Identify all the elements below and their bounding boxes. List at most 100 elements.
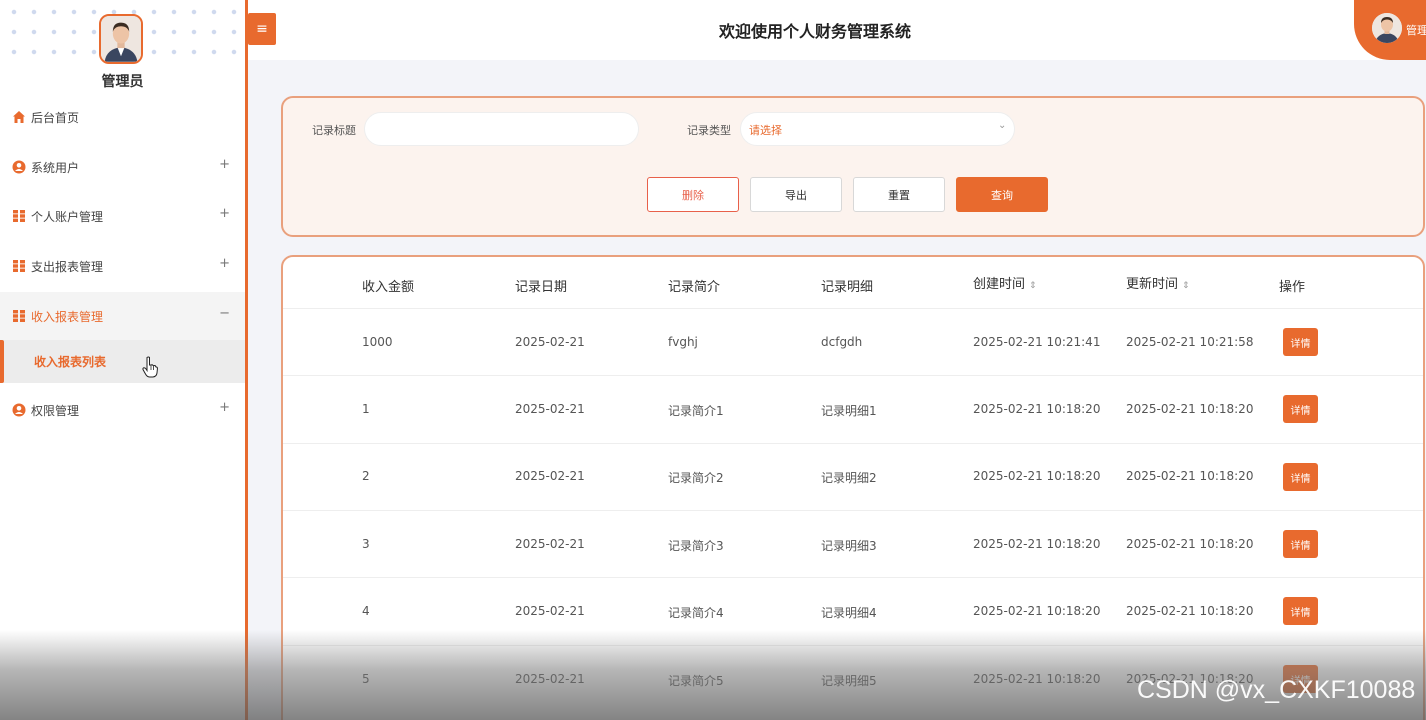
sidebar-item-label: 权限管理 [31, 403, 80, 418]
grid-icon [13, 210, 25, 222]
column-header-updated[interactable]: 更新时间 ⇕ [1126, 273, 1190, 292]
sidebar-item-permissions[interactable]: 权限管理 + [0, 386, 245, 434]
title-search-input[interactable] [364, 112, 639, 146]
cell-date: 2025-02-21 [515, 672, 585, 686]
column-header-created[interactable]: 创建时间 ⇕ [973, 273, 1037, 292]
sidebar-item-label: 收入报表管理 [31, 309, 104, 324]
cell-amount: 1 [362, 402, 370, 416]
column-header-intro: 记录简介 [668, 280, 721, 295]
avatar-portrait-icon [101, 16, 141, 62]
home-icon [13, 111, 25, 123]
menu-toggle-button[interactable]: ≡ [248, 13, 276, 45]
hamburger-icon: ≡ [256, 21, 268, 37]
cell-intro: 记录简介3 [668, 539, 724, 553]
cell-updated: 2025-02-21 10:21:58 [1126, 335, 1254, 349]
cell-date: 2025-02-21 [515, 604, 585, 618]
cell-created: 2025-02-21 10:18:20 [973, 537, 1101, 551]
cell-updated: 2025-02-21 10:18:20 [1126, 604, 1254, 618]
user-name: 管理员 [101, 74, 144, 90]
cell-date: 2025-02-21 [515, 469, 585, 483]
cell-amount: 1000 [362, 335, 393, 349]
cell-intro: 记录简介5 [668, 674, 724, 688]
sidebar-subitem-income-report-list[interactable]: 收入报表列表 [0, 340, 245, 383]
row-divider [283, 308, 1423, 309]
cell-intro: 记录简介1 [668, 404, 724, 418]
sidebar-item-label: 后台首页 [31, 110, 80, 125]
cell-date: 2025-02-21 [515, 402, 585, 416]
cell-intro: 记录简介4 [668, 606, 724, 620]
cell-date: 2025-02-21 [515, 335, 585, 349]
expand-icon[interactable]: + [219, 400, 230, 415]
user-circle-icon [12, 160, 26, 174]
row-divider [283, 577, 1423, 578]
column-header-date: 记录日期 [515, 280, 568, 295]
active-indicator [0, 340, 4, 383]
column-header-actions: 操作 [1279, 280, 1306, 295]
cell-detail: 记录明细2 [821, 471, 877, 485]
cell-amount: 2 [362, 469, 370, 483]
chevron-down-icon: ⌄ [998, 120, 1007, 131]
grid-icon [13, 260, 25, 272]
reset-button[interactable]: 重置 [853, 177, 945, 212]
row-divider [283, 375, 1423, 376]
sidebar-item-home[interactable]: 后台首页 [0, 93, 245, 141]
sidebar-item-income-reports[interactable]: 收入报表管理 − [0, 292, 245, 340]
header-user-name: 管理 [1406, 24, 1426, 37]
sidebar-item-expense-reports[interactable]: 支出报表管理 + [0, 242, 245, 290]
user-circle-icon [12, 403, 26, 417]
row-divider [283, 443, 1423, 444]
cell-created: 2025-02-21 10:18:20 [973, 604, 1101, 618]
collapse-icon[interactable]: − [219, 306, 230, 321]
column-header-amount: 收入金额 [362, 280, 415, 295]
type-field-label: 记录类型 [687, 124, 731, 137]
cell-created: 2025-02-21 10:18:20 [973, 469, 1101, 483]
row-divider [283, 510, 1423, 511]
avatar[interactable] [99, 14, 143, 64]
cell-updated: 2025-02-21 10:18:20 [1126, 537, 1254, 551]
sidebar-item-label: 个人账户管理 [31, 209, 104, 224]
cell-detail: 记录明细1 [821, 404, 877, 418]
page-title: 欢迎使用个人财务管理系统 [718, 22, 911, 41]
cell-created: 2025-02-21 10:18:20 [973, 402, 1101, 416]
header-avatar[interactable] [1372, 13, 1402, 43]
search-button[interactable]: 查询 [956, 177, 1048, 212]
row-divider [283, 645, 1423, 646]
cell-intro: fvghj [668, 335, 698, 349]
detail-button[interactable]: 详情 [1283, 597, 1318, 625]
cell-amount: 4 [362, 604, 370, 618]
cell-updated: 2025-02-21 10:18:20 [1126, 469, 1254, 483]
cell-date: 2025-02-21 [515, 537, 585, 551]
expand-icon[interactable]: + [219, 206, 230, 221]
sidebar-item-system-users[interactable]: 系统用户 + [0, 143, 245, 191]
type-select-placeholder: 请选择 [749, 124, 782, 137]
sort-icon[interactable]: ⇕ [1182, 281, 1190, 291]
detail-button[interactable]: 详情 [1283, 530, 1318, 558]
cell-detail: 记录明细5 [821, 674, 877, 688]
cell-created: 2025-02-21 10:18:20 [973, 672, 1101, 686]
delete-button[interactable]: 删除 [647, 177, 739, 212]
column-header-detail: 记录明细 [821, 280, 874, 295]
cell-detail: dcfgdh [821, 335, 863, 349]
sort-icon[interactable]: ⇕ [1029, 281, 1037, 291]
cell-detail: 记录明细3 [821, 539, 877, 553]
export-button[interactable]: 导出 [750, 177, 842, 212]
hand-cursor-icon [142, 356, 158, 378]
column-header-label: 创建时间 [973, 277, 1026, 292]
expand-icon[interactable]: + [219, 256, 230, 271]
cell-intro: 记录简介2 [668, 471, 724, 485]
detail-button[interactable]: 详情 [1283, 328, 1318, 356]
sidebar-item-label: 系统用户 [31, 160, 80, 175]
sidebar-subitem-label: 收入报表列表 [34, 355, 107, 369]
title-field-label: 记录标题 [312, 124, 356, 137]
sidebar-item-label: 支出报表管理 [31, 259, 104, 274]
cell-amount: 3 [362, 537, 370, 551]
expand-icon[interactable]: + [219, 157, 230, 172]
sidebar-item-personal-accounts[interactable]: 个人账户管理 + [0, 192, 245, 240]
column-header-label: 更新时间 [1126, 277, 1179, 292]
cell-updated: 2025-02-21 10:18:20 [1126, 402, 1254, 416]
grid-icon [13, 310, 25, 322]
data-table [281, 255, 1425, 720]
detail-button[interactable]: 详情 [1283, 395, 1318, 423]
avatar-portrait-icon [1372, 13, 1402, 43]
detail-button[interactable]: 详情 [1283, 463, 1318, 491]
